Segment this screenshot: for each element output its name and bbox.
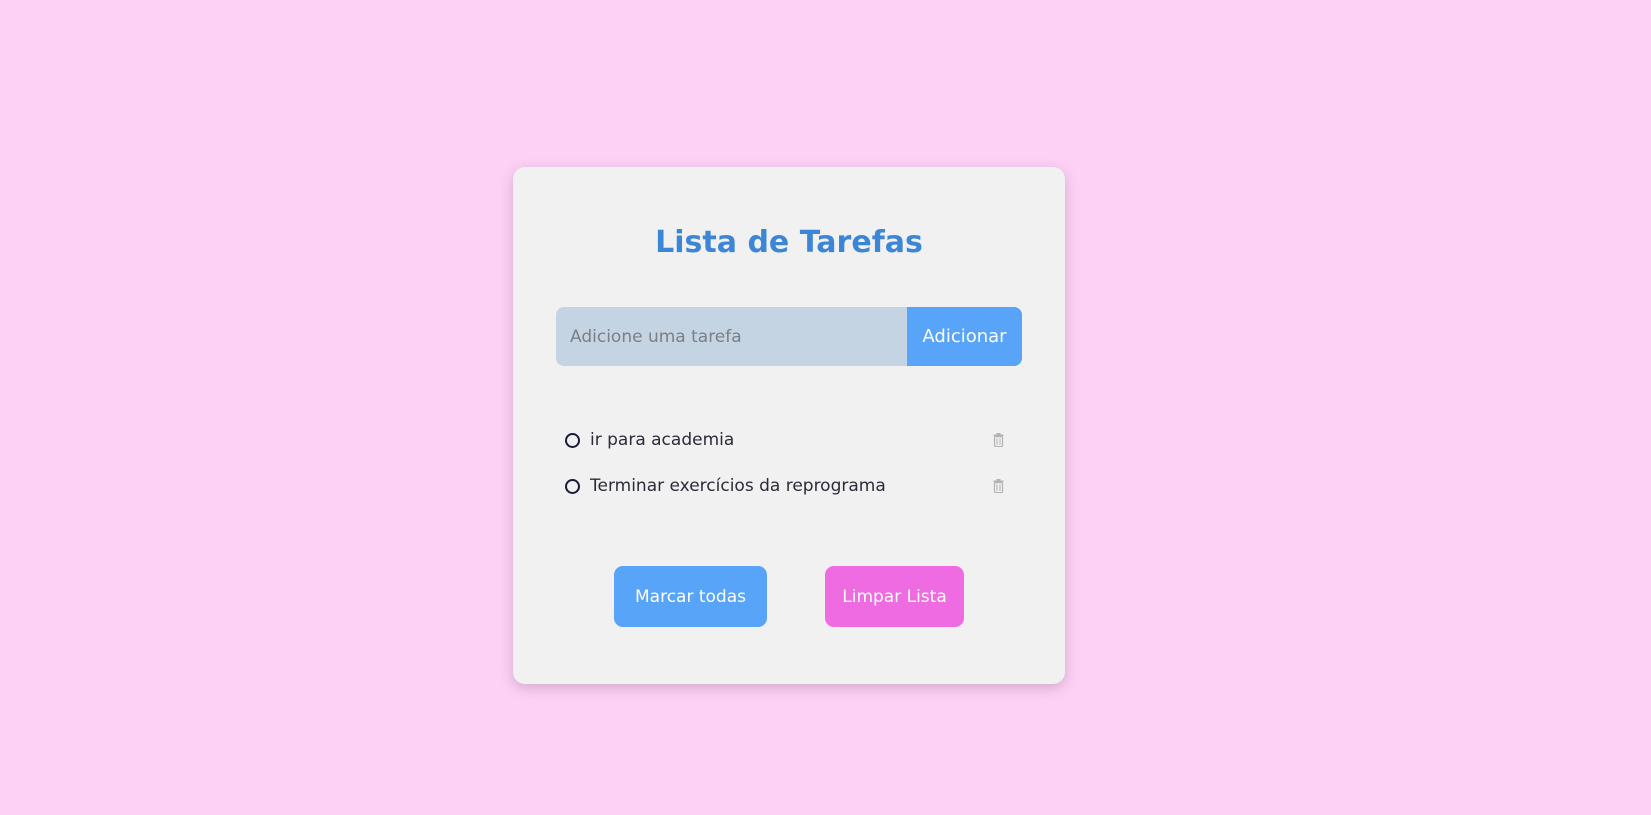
task-list: ir para academia Terminar exercícios da … bbox=[565, 417, 1007, 509]
mark-all-button[interactable]: Marcar todas bbox=[614, 566, 767, 627]
task-text: Terminar exercícios da reprograma bbox=[590, 476, 886, 496]
clear-list-button[interactable]: Limpar Lista bbox=[825, 566, 964, 627]
circle-outline-icon[interactable] bbox=[565, 432, 580, 448]
page-title: Lista de Tarefas bbox=[655, 225, 923, 260]
trash-icon[interactable] bbox=[989, 433, 1007, 447]
todo-card: Lista de Tarefas Adicionar ir para acade… bbox=[513, 167, 1065, 684]
add-button[interactable]: Adicionar bbox=[907, 307, 1022, 366]
task-item: ir para academia bbox=[565, 417, 1007, 463]
add-task-form: Adicionar bbox=[556, 307, 1022, 366]
task-item: Terminar exercícios da reprograma bbox=[565, 463, 1007, 509]
trash-icon[interactable] bbox=[989, 479, 1007, 493]
task-text: ir para academia bbox=[590, 430, 735, 450]
task-input[interactable] bbox=[556, 307, 907, 366]
circle-outline-icon[interactable] bbox=[565, 478, 580, 494]
